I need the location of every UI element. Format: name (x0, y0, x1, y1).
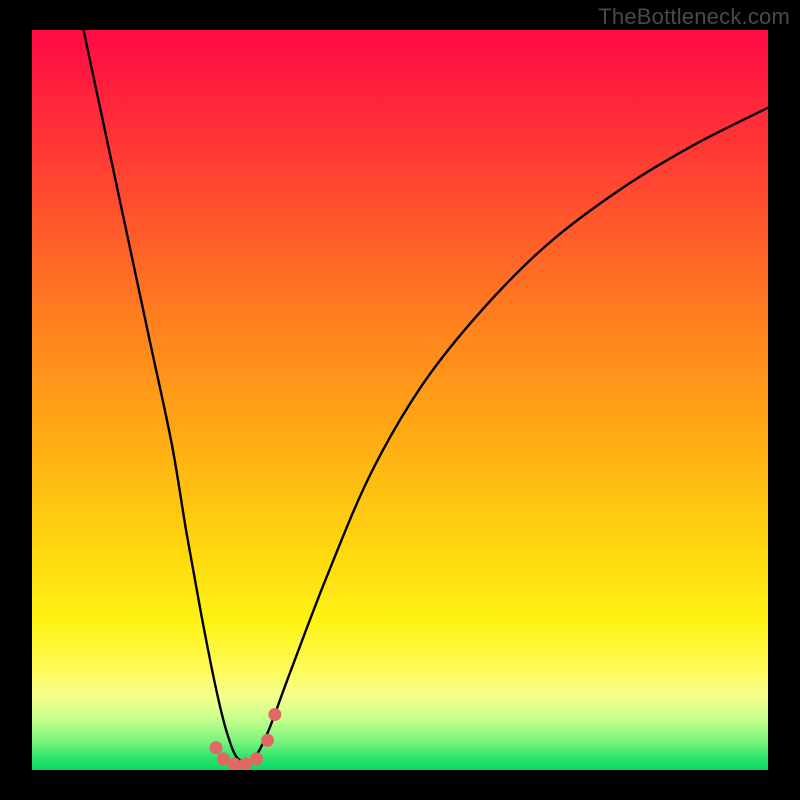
watermark-text: TheBottleneck.com (598, 4, 790, 30)
curve-markers (210, 708, 282, 770)
curve-marker (268, 708, 281, 721)
curve-marker (239, 758, 252, 770)
curve-marker (210, 741, 223, 754)
curve-marker (250, 752, 263, 765)
plot-area (32, 30, 768, 770)
curve-marker (217, 752, 230, 765)
bottleneck-curve (84, 30, 768, 762)
chart-svg (32, 30, 768, 770)
chart-frame: TheBottleneck.com (0, 0, 800, 800)
curve-marker (261, 734, 274, 747)
